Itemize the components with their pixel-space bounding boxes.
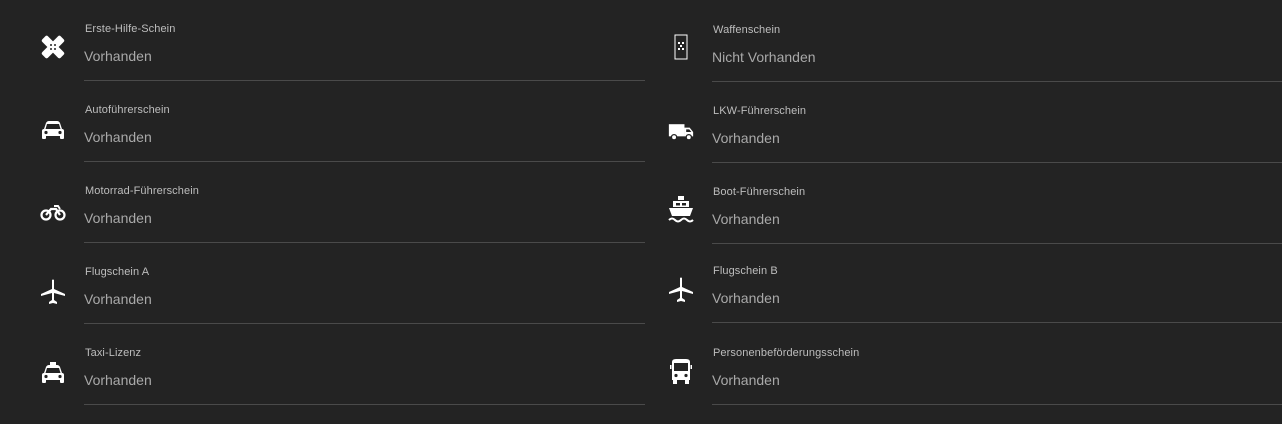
- license-field-first-aid[interactable]: Erste-Hilfe-Schein Vorhanden: [84, 0, 645, 81]
- license-field-bus[interactable]: Personenbeförderungsschein Vorhanden: [712, 324, 1282, 405]
- license-field-motorcycle[interactable]: Motorrad-Führerschein Vorhanden: [84, 162, 645, 243]
- license-value: Vorhanden: [712, 130, 780, 146]
- license-label: Boot-Führerschein: [713, 186, 806, 198]
- license-row-bus: Personenbeförderungsschein Vorhanden: [628, 324, 1282, 405]
- license-grid: Erste-Hilfe-Schein Vorhanden Autoführers…: [0, 0, 1282, 424]
- license-label: Motorrad-Führerschein: [85, 185, 199, 197]
- license-row-flight-a: Flugschein A Vorhanden: [0, 243, 660, 324]
- license-row-weapon: Waffenschein Nicht Vorhanden: [628, 1, 1282, 82]
- license-label: Personenbeförderungsschein: [713, 347, 860, 359]
- airplane-icon: [40, 279, 66, 305]
- license-value: Vorhanden: [84, 48, 152, 64]
- taxi-icon: [40, 360, 66, 386]
- first-aid-bandage-icon: [40, 34, 66, 60]
- license-field-flight-a[interactable]: Flugschein A Vorhanden: [84, 243, 645, 324]
- license-label: Taxi-Lizenz: [85, 347, 142, 359]
- airplane-icon: [668, 277, 694, 303]
- license-value: Nicht Vorhanden: [712, 49, 816, 65]
- license-value: Vorhanden: [84, 372, 152, 388]
- license-field-taxi[interactable]: Taxi-Lizenz Vorhanden: [84, 324, 645, 405]
- license-row-car: Autoführerschein Vorhanden: [0, 81, 660, 162]
- license-label: Flugschein B: [713, 265, 778, 277]
- truck-icon: [668, 119, 694, 145]
- license-value: Vorhanden: [712, 372, 780, 388]
- license-field-boat[interactable]: Boot-Führerschein Vorhanden: [712, 163, 1282, 244]
- car-icon: [40, 117, 66, 143]
- license-value: Vorhanden: [712, 211, 780, 227]
- license-label: Flugschein A: [85, 266, 150, 278]
- license-field-truck[interactable]: LKW-Führerschein Vorhanden: [712, 82, 1282, 163]
- license-label: Autoführerschein: [85, 104, 170, 116]
- license-field-car[interactable]: Autoführerschein Vorhanden: [84, 81, 645, 162]
- license-label: Erste-Hilfe-Schein: [85, 23, 176, 35]
- license-value: Vorhanden: [84, 291, 152, 307]
- motorcycle-icon: [40, 199, 66, 225]
- license-field-flight-b[interactable]: Flugschein B Vorhanden: [712, 242, 1282, 323]
- boat-icon: [668, 196, 694, 223]
- bus-icon: [668, 359, 694, 385]
- license-value: Vorhanden: [84, 129, 152, 145]
- license-row-boat: Boot-Führerschein Vorhanden: [628, 163, 1282, 244]
- license-label: Waffenschein: [713, 24, 781, 36]
- license-value: Vorhanden: [712, 290, 780, 306]
- license-value: Vorhanden: [84, 210, 152, 226]
- license-field-weapon[interactable]: Waffenschein Nicht Vorhanden: [712, 1, 1282, 82]
- license-row-motorcycle: Motorrad-Führerschein Vorhanden: [0, 162, 660, 243]
- weapon-license-icon: [668, 34, 694, 60]
- license-row-truck: LKW-Führerschein Vorhanden: [628, 82, 1282, 163]
- license-row-taxi: Taxi-Lizenz Vorhanden: [0, 324, 660, 405]
- license-row-first-aid: Erste-Hilfe-Schein Vorhanden: [0, 0, 660, 81]
- license-label: LKW-Führerschein: [713, 105, 807, 117]
- license-row-flight-b: Flugschein B Vorhanden: [628, 242, 1282, 323]
